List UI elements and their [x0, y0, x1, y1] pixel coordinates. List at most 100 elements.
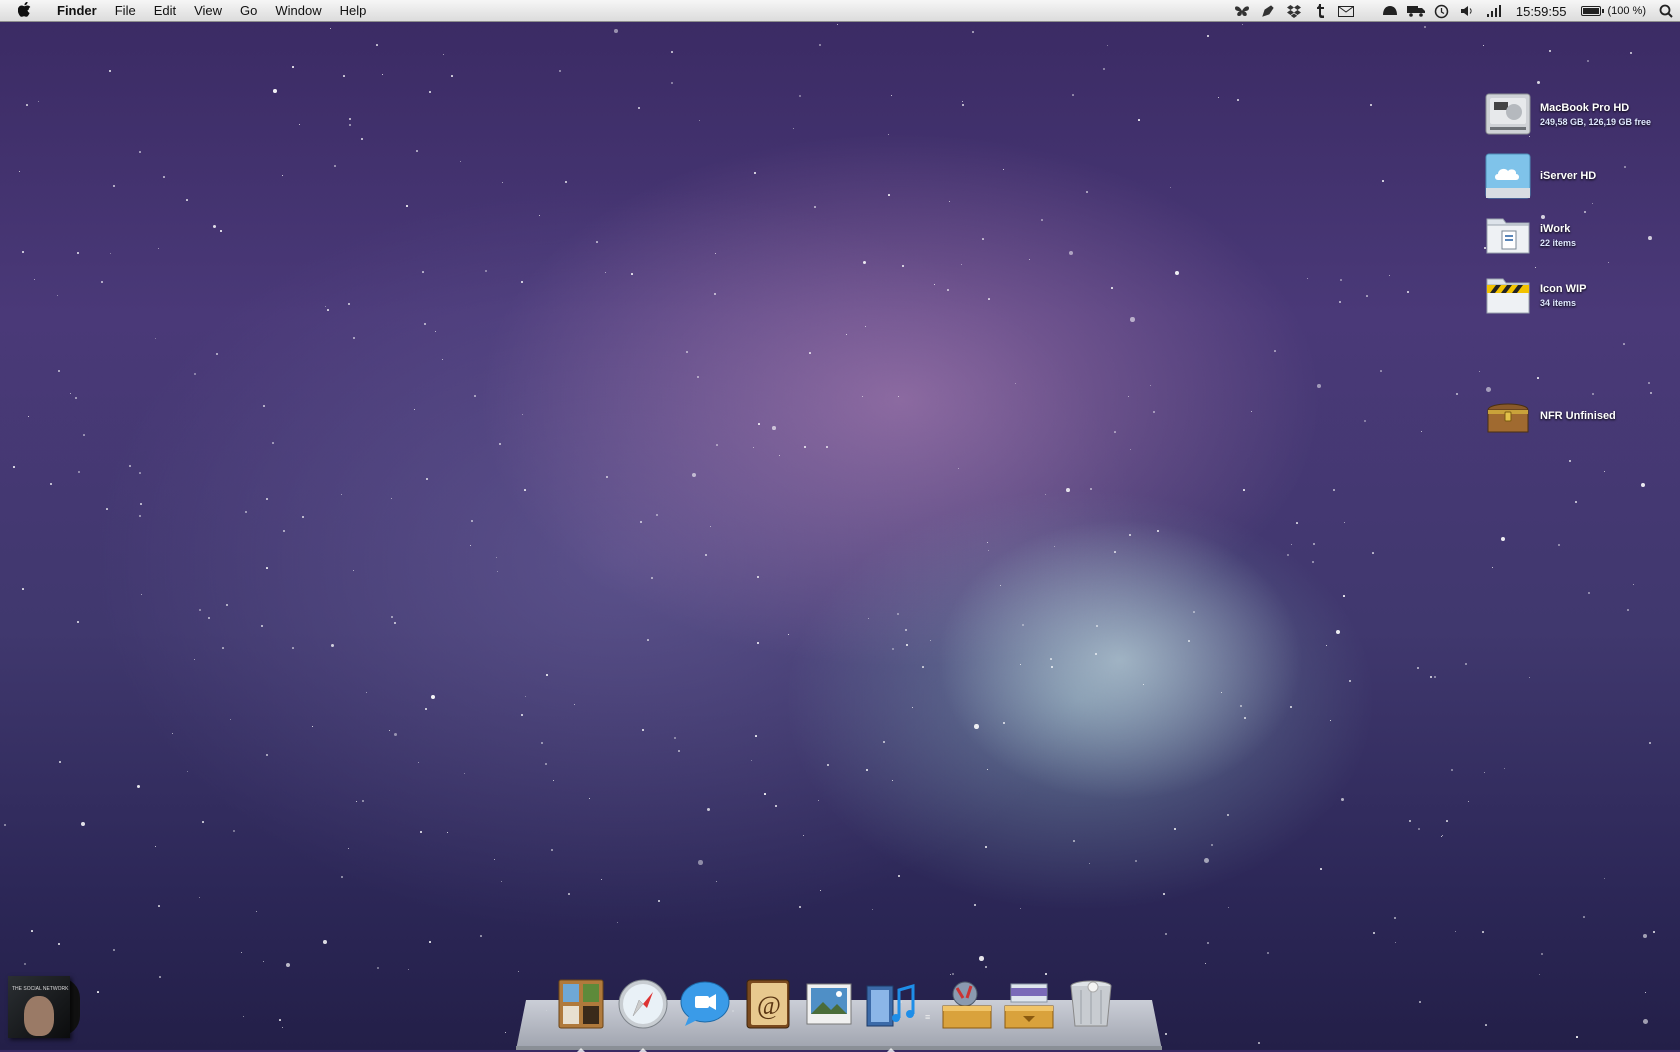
star	[846, 334, 848, 336]
dock-item-safari[interactable]	[615, 970, 671, 1052]
dock-item-ichat[interactable]	[677, 970, 733, 1030]
star	[97, 991, 99, 993]
star	[988, 550, 990, 552]
star	[474, 395, 476, 397]
star	[1089, 863, 1091, 865]
star	[1558, 544, 1560, 546]
mail-icon[interactable]	[1333, 0, 1359, 22]
star	[819, 44, 822, 47]
helmet-icon[interactable]	[1377, 0, 1403, 22]
star	[1624, 166, 1627, 169]
dock-item-preview[interactable]	[801, 970, 857, 1030]
pen-icon[interactable]	[1255, 0, 1281, 22]
desktop-icon-iserver-hd[interactable]: iServer HD	[1484, 152, 1596, 200]
menu-window[interactable]: Window	[266, 0, 330, 22]
star	[447, 832, 449, 834]
desktop-icon-iwork[interactable]: iWork 22 items	[1484, 211, 1576, 259]
star	[754, 172, 756, 174]
star	[772, 426, 776, 430]
menu-view[interactable]: View	[185, 0, 231, 22]
star	[1165, 933, 1167, 935]
star	[539, 215, 541, 217]
star	[692, 473, 697, 478]
menu-clock[interactable]: 15:59:55	[1507, 4, 1576, 19]
star	[958, 468, 960, 470]
spotlight-icon[interactable]	[1652, 4, 1680, 18]
star	[394, 733, 397, 736]
star	[1204, 858, 1209, 863]
star	[263, 405, 265, 407]
hard-drive-icon	[1484, 90, 1532, 138]
star	[1054, 546, 1056, 548]
star	[565, 181, 567, 183]
star	[1340, 279, 1342, 281]
menu-file[interactable]: File	[106, 0, 145, 22]
star	[233, 830, 236, 833]
star	[902, 265, 905, 268]
desktop-icon-label: iServer HD	[1540, 170, 1597, 182]
star	[1576, 1036, 1578, 1038]
star	[1372, 552, 1374, 554]
star	[1242, 24, 1244, 26]
star	[353, 337, 355, 339]
dropbox-icon[interactable]	[1281, 0, 1307, 22]
menu-finder[interactable]: Finder	[48, 0, 106, 22]
dock-item-trash[interactable]	[1063, 970, 1119, 1030]
star	[187, 771, 189, 773]
star	[1455, 931, 1457, 933]
star	[1240, 705, 1243, 708]
album-art-widget[interactable]: THE SOCIAL NETWORK	[8, 976, 70, 1038]
star	[1041, 219, 1043, 221]
menu-edit[interactable]: Edit	[145, 0, 185, 22]
star	[83, 434, 85, 436]
star	[559, 70, 562, 73]
star	[617, 922, 619, 924]
menu-help[interactable]: Help	[331, 0, 376, 22]
butterfly-icon[interactable]	[1229, 0, 1255, 22]
star	[1251, 411, 1253, 413]
star	[50, 483, 53, 486]
desktop-icon-macbook-pro-hd[interactable]: MacBook Pro HD 249,58 GB, 126,19 GB free	[1484, 90, 1651, 138]
star	[751, 760, 753, 762]
star	[961, 264, 963, 266]
star	[343, 75, 345, 77]
volume-icon[interactable]	[1455, 0, 1481, 22]
star	[38, 101, 40, 103]
star	[1188, 640, 1190, 642]
star	[429, 941, 431, 943]
star	[1066, 488, 1070, 492]
dock-item-downloads[interactable]	[1001, 970, 1057, 1030]
star	[58, 943, 60, 945]
dock: @ ≡	[553, 970, 1125, 1052]
tumblr-icon[interactable]	[1307, 0, 1333, 22]
star	[220, 230, 222, 232]
star	[1072, 94, 1074, 96]
star	[589, 798, 591, 800]
dock-item-applications[interactable]	[939, 970, 995, 1030]
signal-icon[interactable]	[1481, 0, 1507, 22]
truck-icon[interactable]	[1403, 0, 1429, 22]
star	[497, 571, 499, 573]
desktop-icon-label: NFR Unfinised	[1540, 410, 1616, 422]
star	[28, 416, 30, 418]
menu-go[interactable]: Go	[231, 0, 266, 22]
desktop-icon-nfr-unfinised[interactable]: NFR Unfinised	[1484, 392, 1616, 440]
apple-logo-icon[interactable]	[0, 1, 48, 20]
star	[1114, 551, 1116, 553]
star	[1366, 295, 1368, 297]
dock-item-itunes[interactable]	[863, 970, 919, 1052]
star	[1326, 645, 1328, 647]
menu-bar: Finder File Edit View Go Window Help 15:…	[0, 0, 1680, 22]
battery-status[interactable]: (100 %)	[1575, 5, 1652, 17]
star	[1051, 666, 1054, 669]
desktop-icon-icon-wip[interactable]: Icon WIP 34 items	[1484, 271, 1586, 319]
star	[985, 846, 988, 849]
dock-item-dashboard[interactable]	[553, 970, 609, 1052]
time-machine-icon[interactable]	[1429, 0, 1455, 22]
star	[1330, 720, 1332, 722]
star	[1095, 653, 1098, 656]
star	[1221, 692, 1223, 694]
star	[140, 503, 142, 505]
star	[1465, 663, 1467, 665]
dock-item-address-book[interactable]: @	[739, 970, 795, 1030]
